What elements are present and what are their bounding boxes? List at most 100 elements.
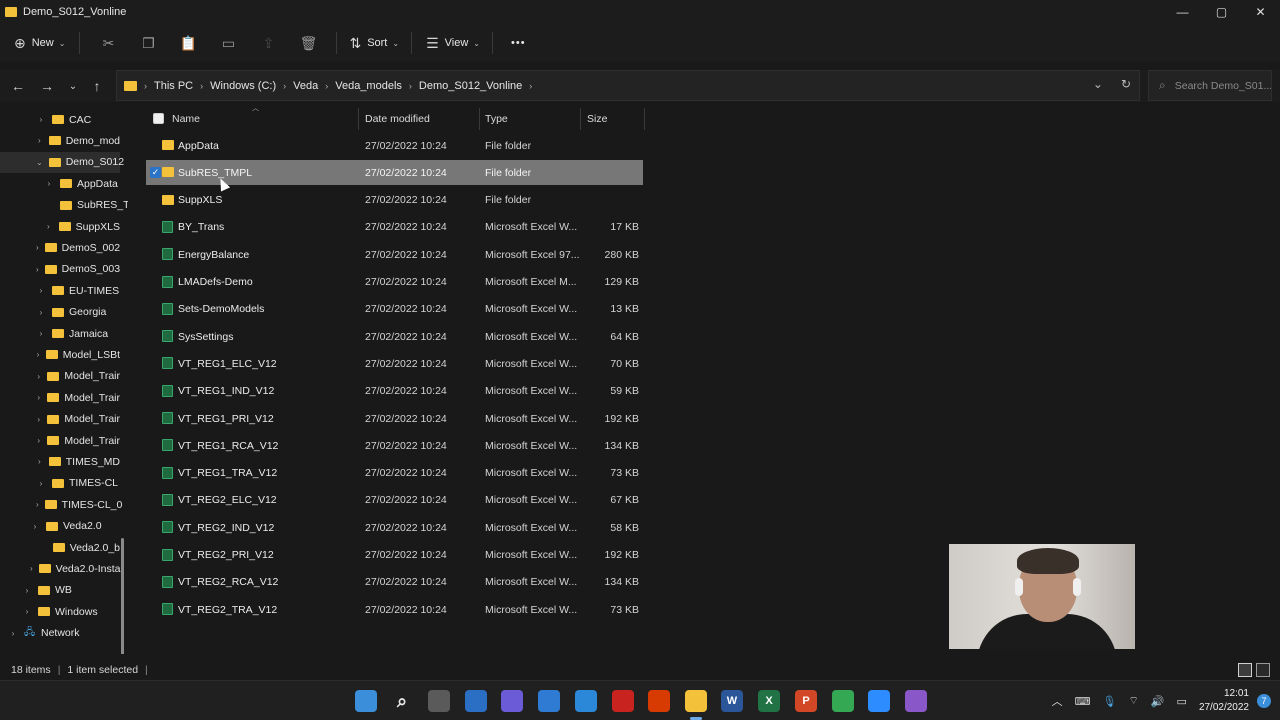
sidebar-item[interactable]: › TIMES_MD: [0, 451, 120, 472]
volume-icon[interactable]: 🔊: [1151, 695, 1165, 708]
refresh-icon[interactable]: ↻: [1121, 77, 1131, 91]
office-icon[interactable]: [648, 690, 670, 712]
chevron-right-icon[interactable]: ›: [30, 564, 33, 573]
chevron-right-icon[interactable]: ›: [30, 522, 40, 531]
task-view-icon[interactable]: [428, 690, 450, 712]
sidebar-item[interactable]: › Jamaica: [0, 323, 120, 344]
rename-icon[interactable]: ▭: [208, 28, 248, 58]
select-all-checkbox[interactable]: [153, 113, 164, 124]
column-divider[interactable]: [644, 108, 645, 130]
sidebar-item[interactable]: › Windows: [0, 601, 120, 622]
file-row[interactable]: BY_Trans 27/02/2022 10:24 Microsoft Excel …: [146, 215, 643, 240]
address-history-chevron-icon[interactable]: ⌄: [1093, 77, 1103, 91]
chevron-right-icon[interactable]: ›: [36, 265, 39, 274]
chevron-right-icon[interactable]: ›: [22, 607, 32, 616]
sidebar-item[interactable]: › AppData: [0, 173, 120, 194]
file-row[interactable]: VT_REG1_PRI_V12 27/02/2022 10:24 Microsoft…: [146, 406, 643, 431]
back-arrow-icon[interactable]: ←: [8, 76, 28, 96]
file-row[interactable]: VT_REG1_RCA_V12 27/02/2022 10:24 Microsoft…: [146, 433, 643, 458]
wifi-icon[interactable]: ⌔: [1128, 694, 1138, 708]
file-row[interactable]: VT_REG2_PRI_V12 27/02/2022 10:24 Microsoft…: [146, 543, 643, 568]
sidebar-item[interactable]: › TIMES-CL_0: [0, 494, 122, 515]
row-checkbox[interactable]: ✓: [150, 167, 161, 179]
chevron-right-icon[interactable]: ›: [36, 479, 46, 488]
sidebar-item[interactable]: › Model_Trair: [0, 387, 120, 408]
acrobat-icon[interactable]: [612, 690, 634, 712]
zoom-icon[interactable]: [868, 690, 890, 712]
breadcrumb-this-pc[interactable]: This PC: [154, 80, 193, 92]
chevron-right-icon[interactable]: ›: [36, 436, 41, 445]
sidebar-item[interactable]: › DemoS_002: [0, 237, 120, 258]
sidebar-item[interactable]: › Demo_mod: [0, 130, 120, 151]
chevron-right-icon[interactable]: ›: [36, 415, 41, 424]
breadcrumb-veda-models[interactable]: Veda_models: [335, 80, 402, 92]
github-icon[interactable]: [905, 690, 927, 712]
delete-icon[interactable]: 🗑: [288, 28, 328, 58]
notification-badge[interactable]: 7: [1257, 694, 1271, 708]
chevron-down-icon[interactable]: ⌄: [36, 158, 43, 167]
maximize-button[interactable]: ▢: [1202, 0, 1241, 24]
search-box[interactable]: ⌕ Search Demo_S01...: [1148, 70, 1272, 101]
teams-chat-icon[interactable]: [501, 690, 523, 712]
file-row[interactable]: VT_REG2_TRA_V12 27/02/2022 10:24 Microsoft…: [146, 597, 643, 622]
column-header-date-modified[interactable]: Date modified: [359, 108, 479, 130]
chevron-right-icon[interactable]: ›: [36, 350, 40, 359]
search-icon[interactable]: ⌕: [391, 690, 413, 712]
chevron-right-icon[interactable]: ›: [8, 629, 18, 638]
minimize-button[interactable]: —: [1163, 0, 1202, 24]
more-options-button[interactable]: •••: [511, 28, 526, 58]
chevron-right-icon[interactable]: ›: [36, 372, 41, 381]
file-row[interactable]: VT_REG1_ELC_V12 27/02/2022 10:24 Microsoft…: [146, 351, 643, 376]
sidebar-item[interactable]: › Georgia: [0, 302, 120, 323]
file-row[interactable]: LMADefs-Demo 27/02/2022 10:24 Microsoft Ex…: [146, 270, 643, 295]
sidebar-item[interactable]: › WB: [0, 580, 120, 601]
search-input[interactable]: Search Demo_S01...: [1175, 80, 1271, 92]
sidebar-item[interactable]: › EU-TIMES: [0, 280, 120, 301]
clock[interactable]: 12:01 27/02/2022: [1199, 687, 1249, 715]
chevron-right-icon[interactable]: ›: [36, 243, 39, 252]
sidebar-item[interactable]: › DemoS_003: [0, 259, 120, 280]
sidebar-scrollbar[interactable]: [121, 538, 124, 654]
sidebar-item[interactable]: › Veda2.0: [0, 516, 120, 537]
new-button[interactable]: ⊕ New ⌄: [14, 28, 65, 58]
chevron-right-icon[interactable]: ›: [36, 136, 43, 145]
sort-button[interactable]: ⇅ Sort ⌄: [349, 28, 399, 58]
recent-locations-chevron-icon[interactable]: ⌄: [63, 76, 83, 96]
chevron-right-icon[interactable]: ›: [44, 179, 54, 188]
show-hidden-icons-chevron-icon[interactable]: ︿: [1052, 693, 1063, 709]
address-bar[interactable]: › This PC › Windows (C:) › Veda › Veda_m…: [116, 70, 1140, 101]
cut-icon[interactable]: ✂: [88, 28, 128, 58]
file-row[interactable]: EnergyBalance 27/02/2022 10:24 Microsoft E…: [146, 242, 643, 267]
copy-icon[interactable]: ❐: [128, 28, 168, 58]
chevron-right-icon[interactable]: ›: [44, 222, 53, 231]
file-row[interactable]: AppData 27/02/2022 10:24 File folder: [146, 133, 643, 158]
sidebar-item[interactable]: ⌄ Demo_S012: [0, 151, 124, 173]
share-icon[interactable]: ⇪: [248, 28, 288, 58]
file-row[interactable]: SysSettings 27/02/2022 10:24 Microsoft Exc…: [146, 324, 643, 349]
file-row[interactable]: VT_REG1_TRA_V12 27/02/2022 10:24 Microsoft…: [146, 461, 643, 486]
sidebar-item[interactable]: Veda2.0_b: [0, 537, 120, 558]
file-explorer-icon[interactable]: [685, 690, 707, 712]
keyboard-icon[interactable]: ⌨: [1075, 695, 1091, 708]
column-header-size[interactable]: Size: [581, 108, 643, 130]
details-view-icon[interactable]: [1238, 663, 1252, 677]
sidebar-item[interactable]: › SuppXLS: [0, 216, 120, 237]
word-icon[interactable]: W: [721, 690, 743, 712]
chevron-right-icon[interactable]: ›: [36, 329, 46, 338]
breadcrumb-current-folder[interactable]: Demo_S012_Vonline: [419, 80, 522, 92]
sidebar-item[interactable]: › TIMES-CL: [0, 473, 120, 494]
sidebar-item[interactable]: › Veda2.0-Insta: [0, 558, 120, 579]
up-arrow-icon[interactable]: ↑: [87, 76, 107, 96]
close-button[interactable]: ✕: [1241, 0, 1280, 24]
file-row[interactable]: VT_REG2_RCA_V12 27/02/2022 10:24 Microsoft…: [146, 570, 643, 595]
battery-icon[interactable]: ▭: [1177, 695, 1187, 708]
sidebar-item[interactable]: › Model_Trair: [0, 366, 120, 387]
store-icon[interactable]: [538, 690, 560, 712]
forward-arrow-icon[interactable]: →: [37, 76, 57, 96]
widgets-icon[interactable]: [465, 690, 487, 712]
file-row[interactable]: Sets-DemoModels 27/02/2022 10:24 Microsoft…: [146, 297, 643, 322]
file-row[interactable]: VT_REG1_IND_V12 27/02/2022 10:24 Microsoft…: [146, 379, 643, 404]
breadcrumb-windows-c[interactable]: Windows (C:): [210, 80, 276, 92]
column-header-type[interactable]: Type: [479, 108, 579, 130]
large-icons-view-icon[interactable]: [1256, 663, 1270, 677]
